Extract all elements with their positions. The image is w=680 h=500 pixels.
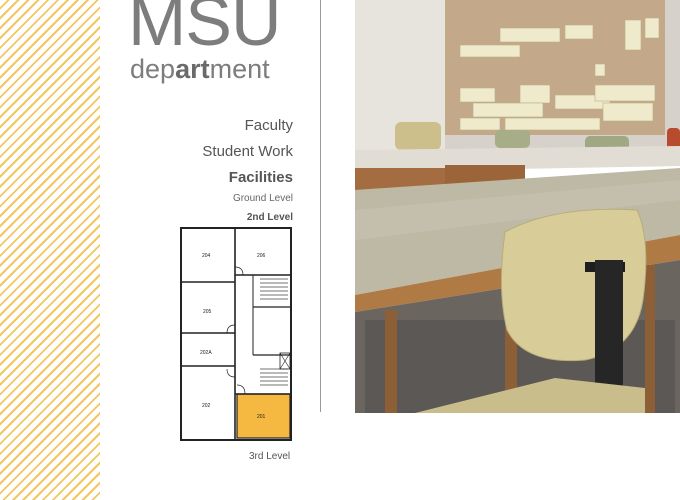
floor-plan-map[interactable]: 204 206 205 202A 202 201 (180, 227, 292, 441)
nav-ground-level-link[interactable]: Ground Level (233, 193, 293, 204)
logo-dept-bold: art (175, 54, 210, 84)
nav-third-level-link[interactable]: 3rd Level (249, 451, 290, 462)
logo-dept-post: ment (209, 54, 270, 84)
room-label: 202A (200, 350, 212, 356)
room-label: 205 (203, 309, 212, 315)
room-label: 206 (257, 253, 266, 259)
room-label: 204 (202, 253, 211, 259)
decorative-stripes (0, 0, 100, 500)
nav-faculty-link[interactable]: Faculty (245, 117, 293, 134)
room-label: 201 (257, 414, 266, 420)
nav-student-work-link[interactable]: Student Work (202, 143, 293, 160)
nav-facilities-link[interactable]: Facilities (229, 169, 293, 186)
logo-department: department (130, 54, 270, 84)
facility-photo (355, 0, 680, 413)
room-label: 202 (202, 403, 211, 409)
logo-dept-pre: dep (130, 54, 176, 84)
logo-msu: MSU (128, 0, 282, 60)
vertical-divider (320, 0, 321, 412)
nav-second-level-link[interactable]: 2nd Level (247, 212, 293, 223)
